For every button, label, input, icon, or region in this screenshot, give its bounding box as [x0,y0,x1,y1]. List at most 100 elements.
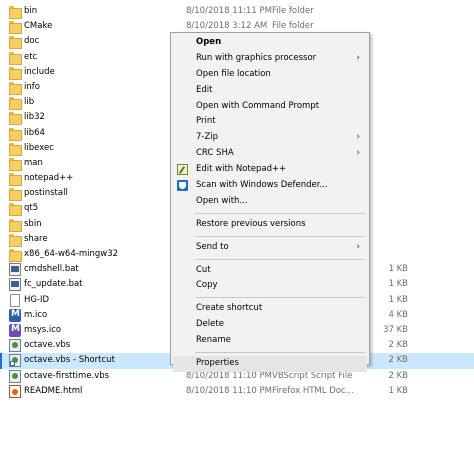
menu-item-label: Cut [196,264,211,275]
folder-icon [9,96,22,111]
menu-item-label: Open with... [196,195,248,206]
menu-item-label: CRC SHA [196,148,234,159]
selection-checkbox-icon[interactable] [2,356,8,365]
file-name: cmdshell.bat [24,264,79,275]
folder-icon [9,127,22,141]
menu-item-edit-with-notepad[interactable]: Edit with Notepad++ [171,162,369,178]
context-menu: Open Run with graphics processor › Open fil… [170,32,370,372]
menu-item-scan-with-windows-defender[interactable]: Scan with Windows Defender... [171,178,369,194]
file-name: include [24,66,55,77]
file-date-modified: 8/10/2018 11:11 PM [186,6,272,16]
folder-icon [9,218,22,232]
folder-icon [9,51,22,65]
file-name: HG-ID [24,294,50,305]
batch-file-icon [9,278,21,292]
menu-item-edit[interactable]: Edit [171,83,369,99]
menu-item-crc-sha[interactable]: CRC SHA › [171,146,369,162]
html-file-icon [9,384,21,398]
menu-item-properties[interactable]: Properties [173,356,367,372]
vbs-file-icon [9,369,21,383]
file-name: doc [24,36,40,47]
file-name: bin [24,6,38,16]
file-name: CMake [24,21,53,32]
menu-item-label: 7-Zip [196,132,219,143]
menu-separator [195,258,365,260]
windows-defender-icon [177,180,188,192]
menu-item-label: Open [196,37,222,47]
file-date-modified: 8/10/2018 11:10 PM [186,385,272,396]
menu-item-label: Properties [196,358,239,369]
batch-file-icon [9,263,21,277]
menu-item-label: Open file location [196,68,271,79]
file-name: sbin [24,218,42,229]
file-name: msys.ico [24,324,62,335]
file-icon [10,293,20,307]
menu-item-label: Edit with Notepad++ [196,164,287,175]
file-date-modified: 8/10/2018 11:10 PM [186,370,272,381]
menu-item-run-with-graphics-processor[interactable]: Run with graphics processor › [171,51,369,67]
file-name: octave.vbs - Shortcut [24,355,115,366]
file-name: lib32 [24,112,45,123]
folder-icon [9,248,22,262]
file-name: man [24,157,43,168]
menu-item-delete[interactable]: Delete [171,317,369,333]
menu-item-label: Edit [196,84,213,95]
menu-item-open-file-location[interactable]: Open file location [171,67,369,83]
file-name: qt5 [24,203,39,214]
menu-item-cut[interactable]: Cut [171,263,369,279]
menu-item-rename[interactable]: Rename [171,333,369,349]
menu-item-copy[interactable]: Copy [171,278,369,294]
file-name: share [24,233,48,244]
menu-item-print[interactable]: Print [171,114,369,130]
notepad-plus-plus-icon [177,164,188,176]
file-name: info [24,81,40,92]
file-name: octave.vbs [24,340,71,351]
shortcut-arrow-icon [10,361,15,367]
menu-separator [195,235,365,237]
chevron-right-icon: › [356,241,360,252]
folder-icon [9,111,22,126]
menu-item-create-shortcut[interactable]: Create shortcut [171,301,369,317]
file-row[interactable]: README.html 8/10/2018 11:10 PM Firefox HTM… [0,384,474,399]
folder-icon [9,20,22,35]
ico-file-icon-alt [9,323,21,337]
menu-item-label: Delete [196,319,224,330]
file-type: Firefox HTML Doc... [272,385,354,396]
menu-separator [195,297,365,299]
shortcut-file-icon [9,354,21,368]
menu-item-send-to[interactable]: Send to › [171,240,369,256]
ico-file-icon [9,308,21,322]
folder-icon [9,233,22,247]
folder-icon [9,187,22,202]
file-name: libexec [24,142,54,153]
menu-item-7-zip[interactable]: 7-Zip › [171,130,369,146]
menu-item-label: Send to [196,241,229,252]
menu-item-open-with-command-prompt[interactable]: Open with Command Prompt [171,99,369,115]
menu-item-label: Restore previous versions [196,218,306,229]
file-name: lib64 [24,127,45,138]
menu-separator [195,352,365,354]
menu-item-label: Rename [196,335,231,346]
menu-item-open[interactable]: Open [171,35,369,51]
file-size: 2 KB [388,370,408,381]
folder-icon [9,202,22,217]
menu-item-label: Print [196,116,216,127]
folder-icon [9,81,22,95]
file-size: 1 KB [388,385,408,396]
file-name: README.html [24,385,83,396]
folder-icon [9,5,22,19]
folder-icon [9,172,22,187]
menu-item-label: Scan with Windows Defender... [196,180,328,191]
menu-item-restore-previous-versions[interactable]: Restore previous versions [171,217,369,233]
menu-item-open-with[interactable]: Open with... [171,194,369,210]
file-name: fc_update.bat [24,279,83,290]
file-name: postinstall [24,188,68,199]
menu-item-label: Open with Command Prompt [196,100,320,111]
vbs-file-icon [9,339,21,353]
file-name: m.ico [24,309,48,320]
file-type: VBScript Script File [272,370,353,381]
file-row[interactable]: bin 8/10/2018 11:11 PM File folder [0,4,474,19]
folder-icon [9,35,22,50]
file-date-modified: 8/10/2018 3:12 AM [186,21,268,32]
file-type: File folder [272,21,314,32]
